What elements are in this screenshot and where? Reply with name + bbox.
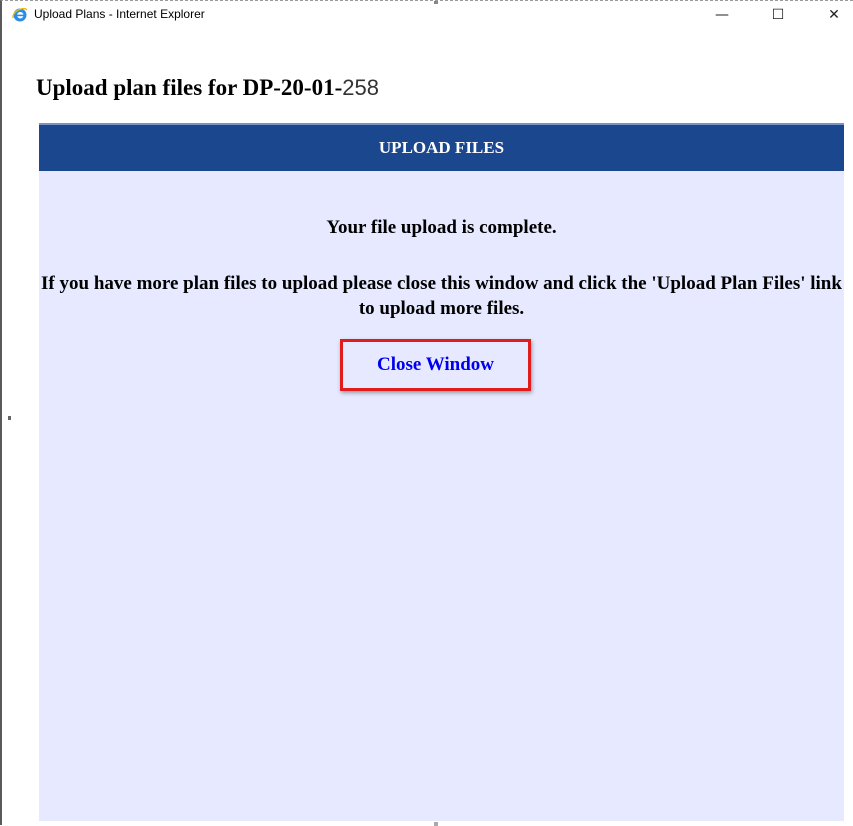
page-title-text: Upload plan files for DP-20-01- bbox=[36, 75, 343, 100]
close-window-button[interactable]: ✕ bbox=[814, 1, 853, 29]
resize-grip-left[interactable] bbox=[8, 416, 11, 420]
upload-complete-message: Your file upload is complete. bbox=[326, 217, 557, 238]
upload-panel: UPLOAD FILES Your file upload is complet… bbox=[39, 123, 844, 821]
maximize-button[interactable]: ☐ bbox=[758, 1, 798, 29]
page-title-number: 258 bbox=[342, 75, 379, 100]
minimize-button[interactable]: — bbox=[702, 1, 742, 29]
resize-grip-top[interactable] bbox=[434, 1, 438, 4]
internet-explorer-icon bbox=[12, 7, 28, 22]
panel-header: UPLOAD FILES bbox=[39, 123, 844, 171]
close-window-link[interactable]: Close Window bbox=[377, 354, 494, 376]
title-bar[interactable]: Upload Plans - Internet Explorer — ☐ ✕ bbox=[2, 1, 853, 29]
close-link-highlight: Close Window bbox=[340, 339, 531, 391]
resize-grip-bottom[interactable] bbox=[434, 822, 438, 826]
window-title: Upload Plans - Internet Explorer bbox=[34, 7, 205, 21]
browser-window: Upload Plans - Internet Explorer — ☐ ✕ U… bbox=[0, 0, 853, 826]
page-title: Upload plan files for DP-20-01-258 bbox=[36, 75, 379, 101]
upload-more-message: If you have more plan files to upload pl… bbox=[41, 273, 842, 319]
